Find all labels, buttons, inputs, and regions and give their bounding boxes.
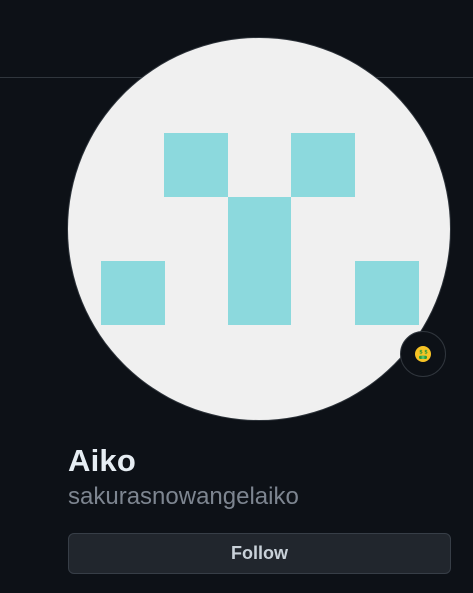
follow-button[interactable]: Follow (68, 533, 451, 574)
profile-display-name: Aiko (68, 443, 136, 478)
money-mouth-face-icon: $ $ (415, 346, 431, 362)
identicon-avatar (101, 133, 419, 325)
identicon-block-bottom-right (355, 261, 419, 325)
identicon-block-top-left (164, 133, 228, 197)
svg-text:$: $ (424, 350, 428, 356)
identicon-block-center (228, 197, 291, 325)
profile-page: $ $ Aiko sakurasnowangelaiko Follow (0, 0, 473, 593)
svg-text:$: $ (419, 350, 423, 356)
avatar[interactable] (68, 38, 450, 420)
profile-username: sakurasnowangelaiko (68, 483, 299, 510)
identicon-block-top-right (291, 133, 355, 197)
status-badge[interactable]: $ $ (400, 331, 446, 377)
profile-avatar-container[interactable] (68, 38, 450, 420)
identicon-block-bottom-left (101, 261, 165, 325)
